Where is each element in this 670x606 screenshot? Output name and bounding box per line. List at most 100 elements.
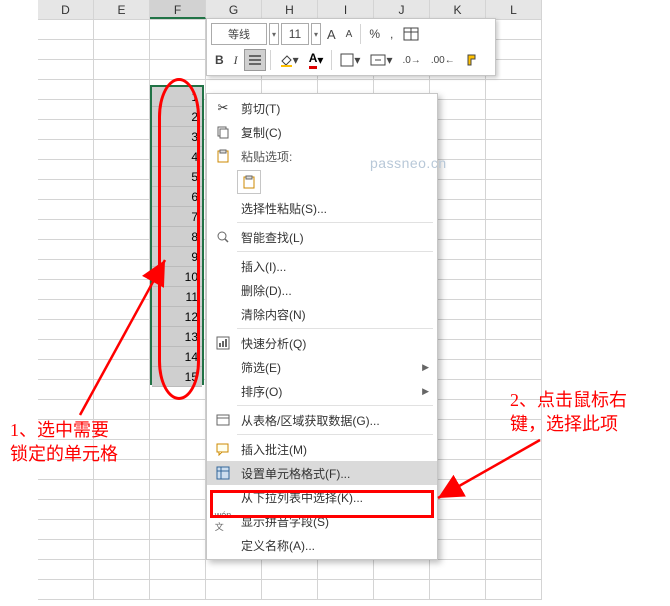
- cell[interactable]: [430, 220, 486, 240]
- cell[interactable]: [94, 500, 150, 520]
- cell[interactable]: [38, 260, 94, 280]
- cell[interactable]: [430, 180, 486, 200]
- column-header-D[interactable]: D: [38, 0, 94, 19]
- cell[interactable]: [94, 360, 150, 380]
- cell[interactable]: [38, 100, 94, 120]
- cell[interactable]: [38, 340, 94, 360]
- cell[interactable]: [94, 540, 150, 560]
- column-header-J[interactable]: J: [374, 0, 430, 19]
- cell[interactable]: [486, 480, 542, 500]
- selected-cell[interactable]: 12: [152, 307, 202, 327]
- font-size-dropdown[interactable]: ▾: [311, 23, 321, 45]
- cell[interactable]: [150, 440, 206, 460]
- menu-pick-from-list[interactable]: 从下拉列表中选择(K)...: [207, 485, 437, 509]
- cell[interactable]: [94, 300, 150, 320]
- cell[interactable]: [94, 40, 150, 60]
- selected-cell[interactable]: 13: [152, 327, 202, 347]
- cell[interactable]: [38, 160, 94, 180]
- cell[interactable]: [38, 480, 94, 500]
- cell[interactable]: [430, 380, 486, 400]
- borders-button[interactable]: ▾: [336, 49, 364, 71]
- cell[interactable]: [94, 20, 150, 40]
- cell[interactable]: [94, 140, 150, 160]
- cell[interactable]: [150, 520, 206, 540]
- cell[interactable]: [94, 200, 150, 220]
- cell[interactable]: [38, 300, 94, 320]
- cell[interactable]: [430, 280, 486, 300]
- cell[interactable]: [150, 480, 206, 500]
- cell[interactable]: [150, 40, 206, 60]
- cell[interactable]: [486, 220, 542, 240]
- cell[interactable]: [150, 500, 206, 520]
- cell[interactable]: [430, 240, 486, 260]
- cell[interactable]: [430, 120, 486, 140]
- column-header-K[interactable]: K: [430, 0, 486, 19]
- column-header-G[interactable]: G: [206, 0, 262, 19]
- font-name-combo[interactable]: 等线: [211, 23, 267, 45]
- cell[interactable]: [486, 240, 542, 260]
- selected-cell[interactable]: 1: [152, 87, 202, 107]
- paste-option-default[interactable]: [237, 170, 261, 194]
- cell[interactable]: [38, 360, 94, 380]
- cell[interactable]: [486, 260, 542, 280]
- cell[interactable]: [430, 340, 486, 360]
- column-header-H[interactable]: H: [262, 0, 318, 19]
- menu-define-name[interactable]: 定义名称(A)...: [207, 533, 437, 557]
- cell[interactable]: [38, 580, 94, 600]
- selected-cell[interactable]: 4: [152, 147, 202, 167]
- cell[interactable]: [486, 580, 542, 600]
- cell[interactable]: [94, 60, 150, 80]
- cell[interactable]: [262, 580, 318, 600]
- cell[interactable]: [38, 200, 94, 220]
- selected-range[interactable]: 123456789101112131415: [150, 85, 204, 385]
- cell[interactable]: [38, 240, 94, 260]
- conditional-format-button[interactable]: [399, 23, 423, 45]
- cell[interactable]: [38, 140, 94, 160]
- menu-copy[interactable]: 复制(C): [207, 120, 437, 144]
- cell[interactable]: [486, 200, 542, 220]
- cell[interactable]: [94, 520, 150, 540]
- menu-cut[interactable]: ✂ 剪切(T): [207, 96, 437, 120]
- fill-color-button[interactable]: ▾: [275, 49, 303, 71]
- cell[interactable]: [430, 400, 486, 420]
- cell[interactable]: [318, 580, 374, 600]
- cell[interactable]: [150, 540, 206, 560]
- cell[interactable]: [38, 520, 94, 540]
- cell[interactable]: [94, 560, 150, 580]
- cell[interactable]: [150, 20, 206, 40]
- cell[interactable]: [38, 560, 94, 580]
- cell[interactable]: [94, 340, 150, 360]
- cell[interactable]: [94, 260, 150, 280]
- cell[interactable]: [94, 120, 150, 140]
- cell[interactable]: [486, 140, 542, 160]
- selected-cell[interactable]: 11: [152, 287, 202, 307]
- cell[interactable]: [94, 580, 150, 600]
- column-header-L[interactable]: L: [486, 0, 542, 19]
- cell[interactable]: [486, 440, 542, 460]
- cell[interactable]: [94, 380, 150, 400]
- cell[interactable]: [430, 160, 486, 180]
- cell[interactable]: [430, 320, 486, 340]
- cell[interactable]: [150, 400, 206, 420]
- percent-format-button[interactable]: %: [365, 23, 384, 45]
- selected-cell[interactable]: 5: [152, 167, 202, 187]
- selected-cell[interactable]: 7: [152, 207, 202, 227]
- menu-sort[interactable]: 排序(O) ▶: [207, 379, 437, 403]
- cell[interactable]: [430, 460, 486, 480]
- decimal-inc-button[interactable]: .0→: [398, 49, 424, 71]
- selected-cell[interactable]: 3: [152, 127, 202, 147]
- cell[interactable]: [486, 120, 542, 140]
- cell[interactable]: [486, 520, 542, 540]
- cell[interactable]: [38, 120, 94, 140]
- selected-cell[interactable]: 6: [152, 187, 202, 207]
- cell[interactable]: [38, 180, 94, 200]
- cell[interactable]: [430, 200, 486, 220]
- cell[interactable]: [94, 280, 150, 300]
- cell[interactable]: [430, 500, 486, 520]
- font-size-combo[interactable]: 11: [281, 23, 309, 45]
- cell[interactable]: [486, 360, 542, 380]
- cell[interactable]: [94, 220, 150, 240]
- column-header-E[interactable]: E: [94, 0, 150, 19]
- cell[interactable]: [94, 480, 150, 500]
- cell[interactable]: [38, 540, 94, 560]
